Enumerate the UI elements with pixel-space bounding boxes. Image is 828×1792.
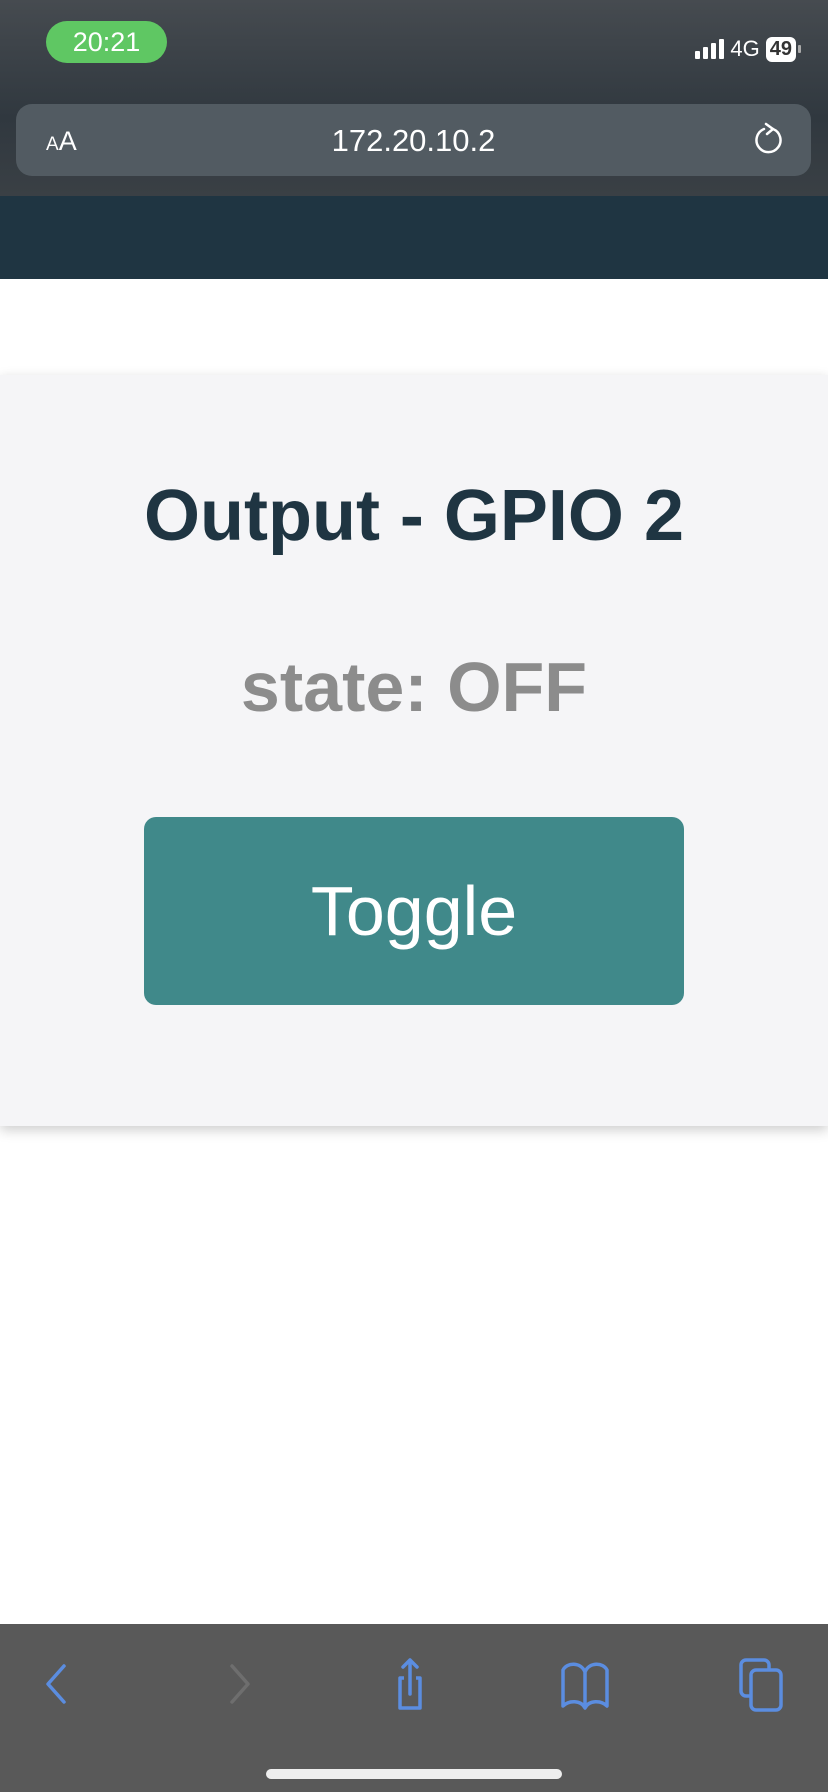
reload-icon[interactable] [751, 122, 787, 158]
address-bar[interactable]: AA 172.20.10.2 [16, 104, 811, 176]
state-text: state: OFF [240, 648, 588, 726]
share-icon[interactable] [380, 1654, 440, 1714]
url-text[interactable]: 172.20.10.2 [16, 123, 811, 159]
gpio-card: Output - GPIO 2 state: OFF Toggle [0, 375, 828, 1126]
browser-chrome: 20:21 4G 49 AA 172.20.10.2 [0, 0, 828, 196]
status-time: 20:21 [46, 21, 167, 63]
signal-icon [695, 39, 725, 59]
battery-icon: 49 [765, 36, 802, 62]
toggle-button[interactable]: Toggle [144, 817, 684, 1005]
page-header-bar [0, 196, 828, 279]
home-indicator[interactable] [266, 1769, 562, 1779]
tabs-icon[interactable] [735, 1654, 795, 1714]
browser-toolbar [0, 1624, 828, 1792]
bookmarks-icon[interactable] [555, 1654, 615, 1714]
card-title: Output - GPIO 2 [144, 476, 684, 556]
network-type: 4G [730, 36, 760, 61]
forward-icon[interactable] [208, 1654, 268, 1714]
status-indicators: 4G 49 [695, 36, 802, 62]
back-icon[interactable] [28, 1654, 88, 1714]
